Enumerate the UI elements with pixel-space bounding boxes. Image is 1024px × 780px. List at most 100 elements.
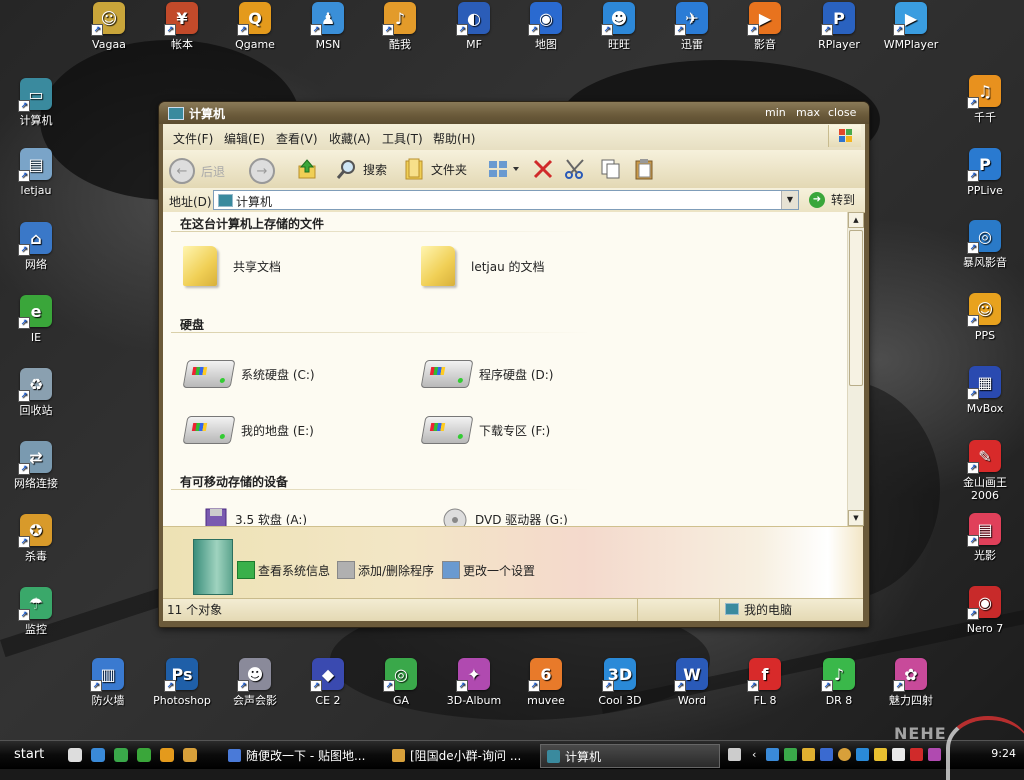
tray-expand-icon[interactable]: ‹ bbox=[752, 748, 765, 761]
menu-help[interactable]: 帮助(H) bbox=[433, 130, 475, 147]
desktop-icon-top-9[interactable]: ▶ ↗ 影音 bbox=[729, 2, 801, 51]
quicklaunch-app-icon[interactable] bbox=[183, 748, 197, 762]
add-remove-programs-link[interactable]: 添加/删除程序 bbox=[337, 561, 434, 579]
quicklaunch-qq-icon[interactable] bbox=[160, 748, 174, 762]
desktop-icon-bottom-5[interactable]: ✦ ↗ 3D-Album bbox=[438, 658, 510, 707]
show-desktop-icon[interactable] bbox=[68, 748, 82, 762]
desktop-icon-bottom-11[interactable]: ✿ ↗ 魅力四射 bbox=[875, 658, 947, 707]
desktop-icon-left-6[interactable]: ✪ ↗ 杀毒 bbox=[0, 514, 72, 563]
quicklaunch-network-icon[interactable] bbox=[114, 748, 128, 762]
tray-app-icon[interactable] bbox=[856, 748, 869, 761]
tray-app-icon[interactable] bbox=[928, 748, 941, 761]
view-system-info-link[interactable]: 查看系统信息 bbox=[237, 561, 330, 579]
desktop-icon-top-2[interactable]: Q ↗ Qgame bbox=[219, 2, 291, 51]
forward-button[interactable]: → bbox=[249, 158, 275, 184]
desktop-icon-left-3[interactable]: e ↗ IE bbox=[0, 295, 72, 344]
address-dropdown-button[interactable]: ▼ bbox=[781, 191, 798, 209]
taskbar-item-browser[interactable]: 随便改一下 - 贴图地... bbox=[222, 744, 388, 766]
tray-app-icon[interactable] bbox=[892, 748, 905, 761]
menu-favorites[interactable]: 收藏(A) bbox=[329, 130, 371, 147]
keyboard-icon[interactable] bbox=[728, 748, 741, 761]
desktop-icon-left-4[interactable]: ♻ ↗ 回收站 bbox=[0, 368, 72, 417]
start-button[interactable]: start bbox=[14, 747, 44, 762]
user-documents-item[interactable]: letjau 的文档 bbox=[421, 246, 545, 286]
drive-c-item[interactable]: 系统硬盘 (C:) bbox=[182, 360, 315, 388]
drive-e-item[interactable]: 我的地盘 (E:) bbox=[182, 416, 314, 444]
desktop-icon-top-7[interactable]: ☻ ↗ 旺旺 bbox=[583, 2, 655, 51]
tray-app-icon[interactable] bbox=[802, 748, 815, 761]
scroll-up-button[interactable]: ▲ bbox=[848, 212, 864, 228]
menu-tools[interactable]: 工具(T) bbox=[382, 130, 423, 147]
desktop-icon-bottom-0[interactable]: ▥ ↗ 防火墙 bbox=[72, 658, 144, 707]
desktop-icon-bottom-7[interactable]: 3D ↗ Cool 3D bbox=[584, 658, 656, 707]
desktop-icon-right-3[interactable]: ☺ ↗ PPS bbox=[949, 293, 1021, 342]
desktop-icon-bottom-6[interactable]: 6 ↗ muvee bbox=[510, 658, 582, 707]
address-field[interactable]: 计算机 ▼ bbox=[213, 190, 799, 210]
desktop-icon-left-7[interactable]: ☂ ↗ 监控 bbox=[0, 587, 72, 636]
desktop-icon-top-0[interactable]: ☺ ↗ Vagaa bbox=[73, 2, 145, 51]
shared-documents-item[interactable]: 共享文档 bbox=[183, 246, 281, 286]
desktop-icon-top-8[interactable]: ✈ ↗ 迅雷 bbox=[656, 2, 728, 51]
desktop-icon-right-6[interactable]: ▤ ↗ 光影 bbox=[949, 513, 1021, 562]
desktop-icon-top-5[interactable]: ◐ ↗ MF bbox=[438, 2, 510, 51]
drive-d-item[interactable]: 程序硬盘 (D:) bbox=[420, 360, 553, 388]
close-button[interactable]: close bbox=[828, 106, 856, 119]
desktop-icon-left-1[interactable]: ▤ ↗ letjau bbox=[0, 148, 72, 197]
menu-file[interactable]: 文件(F) bbox=[173, 130, 213, 147]
desktop-icon-bottom-9[interactable]: f ↗ FL 8 bbox=[729, 658, 801, 707]
drive-f-item[interactable]: 下载专区 (F:) bbox=[420, 416, 550, 444]
desktop-icon-bottom-3[interactable]: ◆ ↗ CE 2 bbox=[292, 658, 364, 707]
desktop-icon-top-10[interactable]: P ↗ RPlayer bbox=[803, 2, 875, 51]
search-button[interactable]: 搜索 bbox=[335, 158, 387, 180]
quicklaunch-computer-icon[interactable] bbox=[91, 748, 105, 762]
views-button[interactable] bbox=[487, 158, 523, 180]
paste-button[interactable] bbox=[633, 158, 657, 180]
back-button[interactable]: ← 后退 bbox=[169, 158, 225, 184]
up-folder-button[interactable] bbox=[295, 158, 319, 180]
menu-view[interactable]: 查看(V) bbox=[276, 130, 318, 147]
desktop-icon-left-5[interactable]: ⇄ ↗ 网络连接 bbox=[0, 441, 72, 490]
taskbar-item-chat[interactable]: [阻国de小群-询问 ... bbox=[386, 744, 542, 766]
desktop-icon-top-4[interactable]: ♪ ↗ 酷我 bbox=[364, 2, 436, 51]
delete-button[interactable] bbox=[531, 158, 555, 180]
go-button[interactable]: ➜ 转到 bbox=[809, 191, 855, 208]
desktop-icon-top-6[interactable]: ◉ ↗ 地图 bbox=[510, 2, 582, 51]
desktop-icon-bottom-10[interactable]: ♪ ↗ DR 8 bbox=[803, 658, 875, 707]
desktop-icon-left-2[interactable]: ⌂ ↗ 网络 bbox=[0, 222, 72, 271]
desktop-icon-bottom-2[interactable]: ☻ ↗ 会声会影 bbox=[219, 658, 291, 707]
desktop-icon-top-3[interactable]: ♟ ↗ MSN bbox=[292, 2, 364, 51]
copy-button[interactable] bbox=[599, 158, 623, 180]
dvd-item[interactable]: DVD 驱动器 (G:) bbox=[443, 508, 568, 526]
scroll-thumb[interactable] bbox=[849, 230, 863, 386]
scroll-down-button[interactable]: ▼ bbox=[848, 510, 864, 526]
desktop-icon-right-1[interactable]: P ↗ PPLive bbox=[949, 148, 1021, 197]
desktop-icon-right-2[interactable]: ◎ ↗ 暴风影音 bbox=[949, 220, 1021, 269]
floppy-item[interactable]: 3.5 软盘 (A:) bbox=[205, 508, 307, 526]
title-bar[interactable]: 计算机 min max close bbox=[159, 102, 869, 124]
desktop-icon-right-7[interactable]: ◉ ↗ Nero 7 bbox=[949, 586, 1021, 635]
maximize-button[interactable]: max bbox=[796, 106, 820, 119]
desktop-icon-right-0[interactable]: ♫ ↗ 千千 bbox=[949, 75, 1021, 124]
cut-button[interactable] bbox=[563, 158, 587, 180]
change-setting-link[interactable]: 更改一个设置 bbox=[442, 561, 535, 579]
desktop-icon-top-11[interactable]: ▶ ↗ WMPlayer bbox=[875, 2, 947, 51]
tray-app-icon[interactable] bbox=[766, 748, 779, 761]
tray-app-icon[interactable] bbox=[910, 748, 923, 761]
vertical-scrollbar[interactable]: ▲ ▼ bbox=[847, 212, 864, 526]
desktop-icon-top-1[interactable]: ¥ ↗ 帐本 bbox=[146, 2, 218, 51]
taskbar-item-computer[interactable]: 计算机 bbox=[540, 744, 720, 768]
desktop-icon-bottom-4[interactable]: ◎ ↗ GA bbox=[365, 658, 437, 707]
menu-edit[interactable]: 编辑(E) bbox=[224, 130, 265, 147]
desktop-icon-bottom-1[interactable]: Ps ↗ Photoshop bbox=[146, 658, 218, 707]
desktop-icon-bottom-8[interactable]: W ↗ Word bbox=[656, 658, 728, 707]
tray-app-icon[interactable] bbox=[820, 748, 833, 761]
quicklaunch-ie-icon[interactable] bbox=[137, 748, 151, 762]
desktop-icon-left-0[interactable]: ▭ ↗ 计算机 bbox=[0, 78, 72, 127]
desktop-icon-right-5[interactable]: ✎ ↗ 金山画王 2006 bbox=[949, 440, 1021, 502]
tray-app-icon[interactable] bbox=[874, 748, 887, 761]
folders-button[interactable]: 文件夹 bbox=[403, 158, 467, 180]
desktop-icon-right-4[interactable]: ▦ ↗ MvBox bbox=[949, 366, 1021, 415]
minimize-button[interactable]: min bbox=[765, 106, 786, 119]
tray-smiley-icon[interactable] bbox=[838, 748, 851, 761]
tray-network-icon[interactable] bbox=[784, 748, 797, 761]
